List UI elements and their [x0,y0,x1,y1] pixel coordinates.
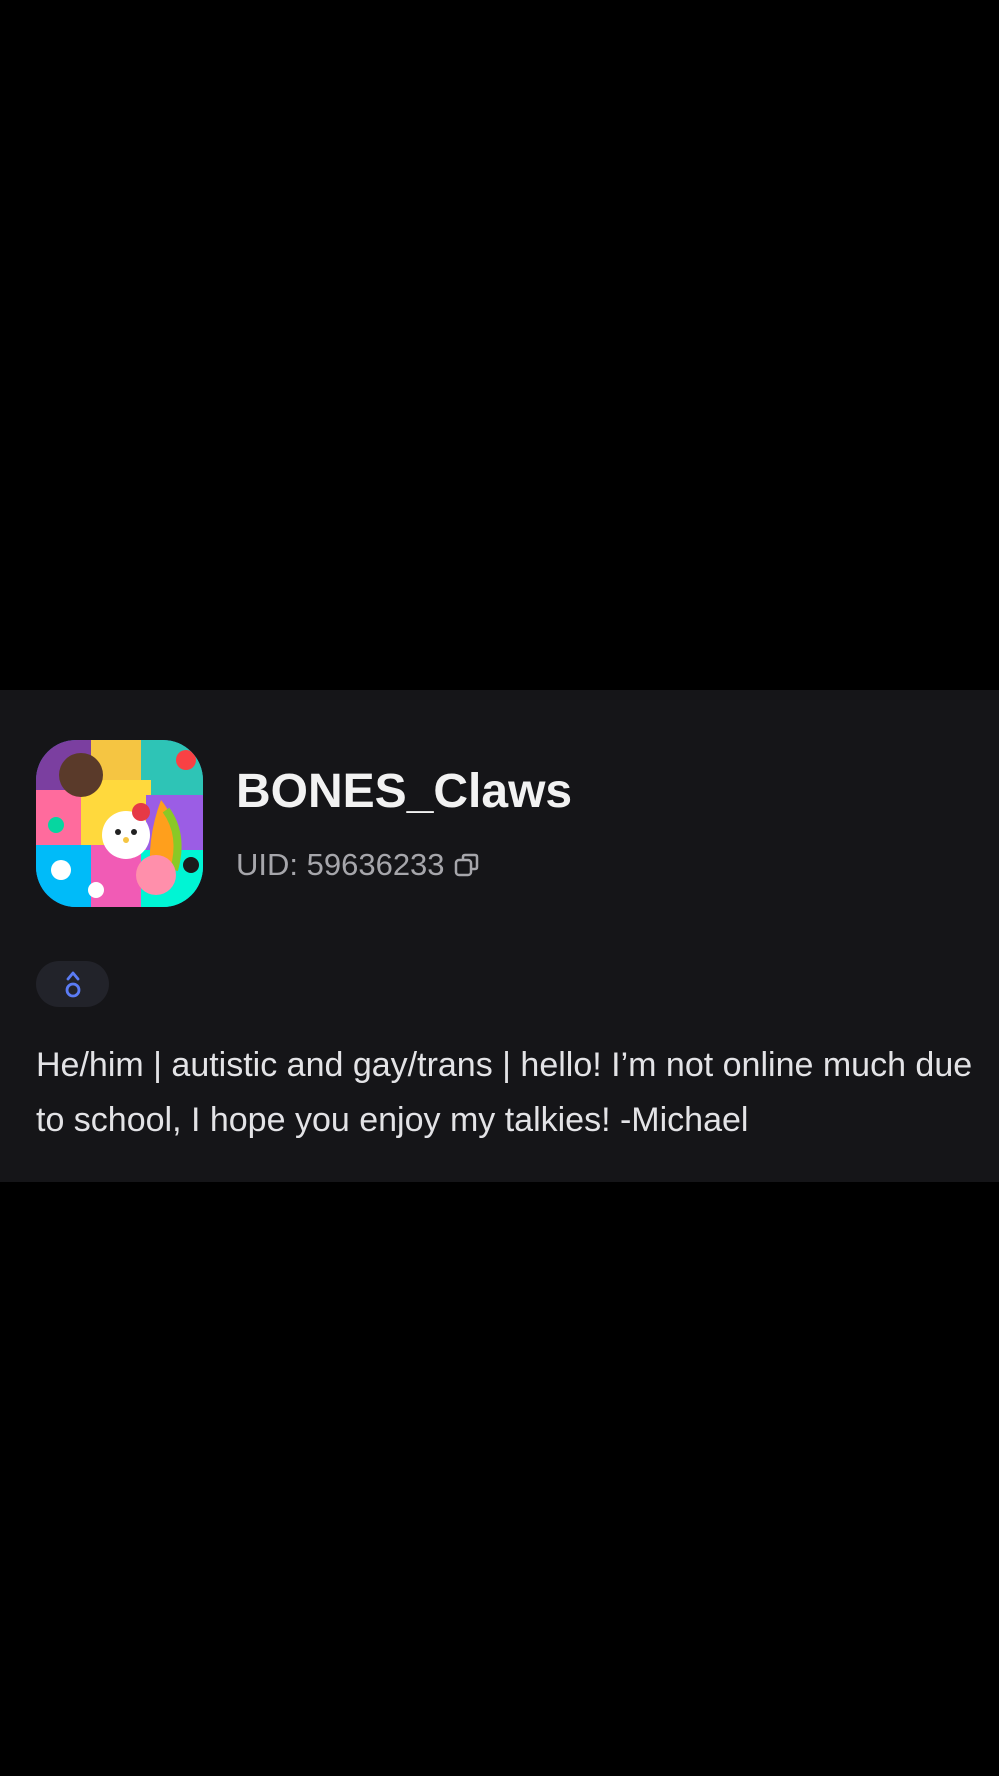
avatar[interactable] [36,740,203,907]
bio-text: He/him | autistic and gay/trans | hello!… [36,1046,973,1139]
uid-text: UID: 59636233 [236,847,445,882]
colorful-collage-avatar-icon [36,740,203,907]
uid-row: UID: 59636233 [236,847,481,883]
username: BONES_Claws [236,765,573,818]
copy-icon[interactable] [453,851,481,879]
male-symbol-icon [65,971,80,998]
screen: BONES_Claws UID: 59636233 He/him | autis… [0,0,999,1776]
profile-card: BONES_Claws UID: 59636233 He/him | autis… [0,690,999,1182]
pronoun-badge[interactable] [36,961,109,1007]
